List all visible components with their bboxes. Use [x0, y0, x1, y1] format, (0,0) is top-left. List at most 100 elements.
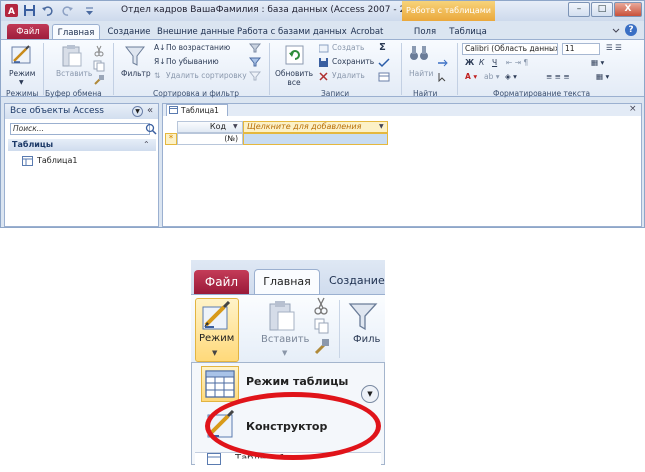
tab-external-data[interactable]: Внешние данные: [157, 24, 235, 40]
more-records-icon[interactable]: [378, 72, 390, 82]
align-icons[interactable]: ≡ ≡ ≡: [546, 72, 570, 81]
nav-dropdown-icon[interactable]: ▼: [132, 106, 143, 117]
bullets-icon[interactable]: ☰ ☰: [606, 43, 622, 52]
refresh-all-icon[interactable]: [284, 44, 306, 66]
access-window: A Отдел кадров ВашаФамилия : база данных…: [0, 0, 645, 228]
column-dropdown-icon[interactable]: ▼: [233, 123, 238, 130]
sort-ascending-label[interactable]: По возрастанию: [166, 43, 230, 52]
maximize-button[interactable]: □: [591, 2, 613, 17]
underline-button[interactable]: Ч: [492, 58, 497, 67]
zoom-copy-icon[interactable]: [314, 318, 330, 334]
cell-code-new[interactable]: (№): [177, 133, 243, 145]
view-mode-icon[interactable]: [10, 43, 34, 67]
delete-record-icon[interactable]: [319, 72, 329, 81]
tab-acrobat[interactable]: Acrobat: [349, 24, 385, 40]
tab-fields[interactable]: Поля: [411, 24, 439, 40]
cell-add-new[interactable]: [243, 133, 388, 145]
save-record-icon[interactable]: [319, 58, 329, 67]
font-color-icon[interactable]: A ▾: [465, 72, 477, 81]
tab-home[interactable]: Главная: [52, 24, 100, 40]
toggle-filter-icon[interactable]: [249, 71, 261, 81]
mode-button-label[interactable]: Режим: [9, 69, 35, 78]
alt-row-color-icon[interactable]: ▦ ▾: [596, 72, 609, 81]
save-icon[interactable]: [23, 4, 36, 17]
zoom-cut-icon[interactable]: [314, 297, 328, 315]
copy-icon[interactable]: [93, 60, 105, 72]
paste-icon[interactable]: [61, 44, 83, 68]
sort-descending-icon[interactable]: Я↓: [154, 57, 166, 66]
minimize-button[interactable]: –: [568, 2, 590, 17]
format-painter-icon[interactable]: [93, 74, 105, 86]
zoom-format-painter-icon[interactable]: [313, 338, 331, 356]
close-document-icon[interactable]: ×: [629, 104, 637, 114]
select-icon[interactable]: [437, 72, 449, 82]
fill-color-icon[interactable]: ◈ ▾: [505, 72, 517, 81]
redo-icon[interactable]: [61, 4, 74, 17]
zoom-paste-icon[interactable]: [267, 300, 297, 332]
zoom-tab-home[interactable]: Главная: [254, 269, 320, 295]
delete-record-label[interactable]: Удалить: [332, 71, 365, 80]
group-collapse-icon[interactable]: ⌃: [143, 140, 150, 149]
zoom-tab-file[interactable]: Файл: [194, 270, 249, 294]
add-column-dropdown-icon[interactable]: ▼: [379, 123, 384, 130]
tab-table[interactable]: Таблица: [449, 24, 487, 40]
zoom-paste-label[interactable]: Вставить: [261, 334, 309, 345]
tab-database-tools[interactable]: Работа с базами данных: [237, 24, 347, 40]
italic-button[interactable]: К: [479, 58, 484, 67]
font-size-combo[interactable]: 11: [562, 43, 600, 55]
advanced-filter-icon[interactable]: [249, 57, 261, 67]
column-header-add[interactable]: Щелкните для добавления: [243, 121, 388, 133]
refresh-all-label[interactable]: Обновить все: [274, 69, 314, 87]
new-record-marker[interactable]: *: [165, 133, 177, 145]
menu-item-datasheet-view[interactable]: Режим таблицы: [246, 375, 348, 388]
zoom-nav-dropdown-icon: ▼: [361, 385, 379, 403]
tab-create[interactable]: Создание: [105, 24, 153, 40]
help-icon[interactable]: ?: [625, 24, 637, 36]
totals-icon[interactable]: Σ: [379, 42, 386, 53]
sort-descending-label[interactable]: По убыванию: [166, 57, 219, 66]
indent-icons[interactable]: ⇤ ⇥ ¶: [506, 58, 528, 67]
remove-sort-icon[interactable]: ⇅: [154, 71, 160, 80]
zoom-tab-create[interactable]: Создание: [329, 269, 385, 293]
nav-item-table1[interactable]: Таблица1: [37, 156, 77, 165]
cut-icon[interactable]: [94, 45, 104, 57]
filter-icon[interactable]: [125, 44, 145, 68]
zoom-filter-label[interactable]: Филь: [353, 334, 380, 345]
new-record-icon[interactable]: [319, 44, 329, 53]
ribbon-tabs: Файл Главная Создание Внешние данные Раб…: [1, 21, 644, 40]
undo-icon[interactable]: [41, 4, 54, 17]
highlight-icon[interactable]: ab ▾: [484, 72, 500, 81]
spelling-icon[interactable]: [378, 58, 390, 68]
find-binoculars-icon[interactable]: [409, 44, 429, 62]
remove-sort-label[interactable]: Удалить сортировку: [166, 71, 247, 80]
nav-collapse-icon[interactable]: «: [147, 105, 153, 116]
replace-icon[interactable]: [437, 58, 449, 68]
access-app-icon[interactable]: A: [5, 4, 18, 17]
nav-group-tables[interactable]: Таблицы: [8, 139, 156, 151]
zoom-tab-row: Файл Главная Создание: [191, 260, 385, 295]
group-label-sort-filter: Сортировка и фильтр: [153, 89, 239, 98]
nav-search-input[interactable]: Поиск...: [10, 123, 150, 135]
new-record-label[interactable]: Создать: [332, 43, 364, 52]
find-button-label[interactable]: Найти: [409, 69, 433, 78]
sort-ascending-icon[interactable]: A↓: [154, 43, 165, 52]
customize-qat-icon[interactable]: [83, 4, 96, 17]
filter-button-label[interactable]: Фильтр: [121, 69, 151, 78]
gridlines-icon[interactable]: ▦ ▾: [591, 58, 604, 67]
ribbon: Режим ▼ Режимы Вставить Буфер обмена Фил…: [1, 39, 644, 98]
save-record-label[interactable]: Сохранить: [332, 57, 374, 66]
highlight-circle: [205, 392, 381, 460]
ribbon-minimize-icon[interactable]: [611, 26, 621, 36]
bold-button[interactable]: Ж: [465, 58, 474, 67]
tab-file[interactable]: Файл: [7, 24, 49, 40]
font-name-combo[interactable]: Calibri (Область данных: [462, 43, 558, 55]
group-divider: [457, 43, 458, 95]
mode-caret-icon[interactable]: ▼: [19, 79, 24, 86]
search-icon[interactable]: [145, 123, 157, 135]
zoom-filter-icon[interactable]: [348, 300, 378, 332]
close-button[interactable]: X: [614, 2, 642, 17]
paste-button-label[interactable]: Вставить: [56, 69, 92, 78]
datasheet-view-icon: [205, 370, 235, 398]
zoom-mode-caret-icon: ▼: [212, 349, 218, 357]
selection-filter-icon[interactable]: [249, 43, 261, 53]
